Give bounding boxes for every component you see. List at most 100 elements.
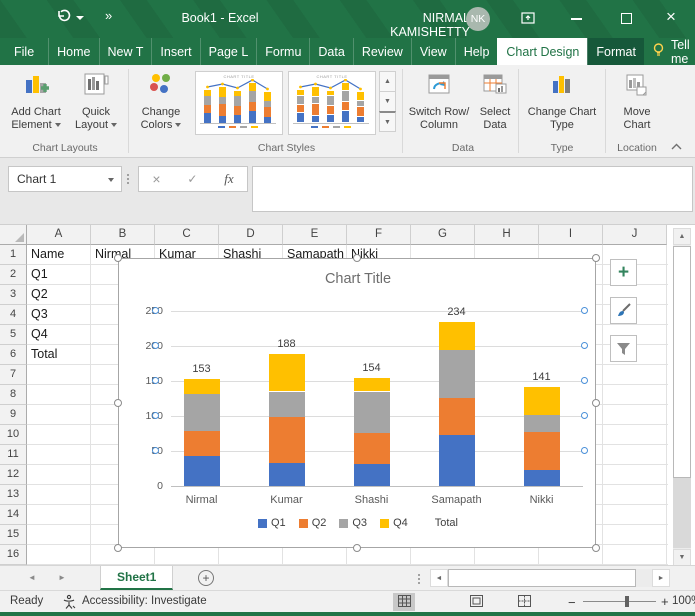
- gridline-handle[interactable]: [152, 342, 159, 349]
- hscroll-right-icon[interactable]: ►: [652, 569, 670, 587]
- bar-segment-q1-samapath[interactable]: [439, 435, 475, 486]
- row-header-5[interactable]: 5: [0, 325, 27, 345]
- bar-segment-q4-shashi[interactable]: [354, 378, 390, 391]
- bar-segment-q1-nirmal[interactable]: [184, 456, 220, 486]
- bar-segment-q4-samapath[interactable]: [439, 322, 475, 350]
- zoom-slider[interactable]: [583, 601, 656, 602]
- change-colors-button[interactable]: Change Colors: [133, 69, 189, 132]
- sheet-tab-sheet1[interactable]: Sheet1: [100, 566, 173, 590]
- chart-elements-button[interactable]: +: [610, 259, 637, 286]
- cell-A3[interactable]: Q2: [27, 285, 48, 305]
- row-header-3[interactable]: 3: [0, 285, 27, 305]
- chart-resize-handle[interactable]: [592, 254, 600, 262]
- ribbon-display-options-icon[interactable]: [520, 10, 536, 29]
- more-commands-icon[interactable]: »: [105, 8, 112, 23]
- vertical-scroll-thumb[interactable]: [673, 246, 691, 478]
- row-header-16[interactable]: 16: [0, 545, 27, 565]
- gridline-handle[interactable]: [152, 307, 159, 314]
- cell-A4[interactable]: Q3: [27, 305, 48, 325]
- column-header-E[interactable]: E: [283, 225, 347, 245]
- maximize-button[interactable]: [621, 13, 632, 24]
- normal-view-button[interactable]: [393, 593, 415, 611]
- bar-segment-q1-nikki[interactable]: [524, 470, 560, 486]
- collapse-ribbon-button[interactable]: [670, 138, 683, 156]
- tab-insert[interactable]: Insert: [151, 38, 199, 65]
- chart-resize-handle[interactable]: [353, 544, 361, 552]
- gridline-handle[interactable]: [581, 377, 588, 384]
- zoom-slider-thumb[interactable]: [625, 596, 629, 607]
- row-header-9[interactable]: 9: [0, 405, 27, 425]
- zoom-out-button[interactable]: −: [568, 595, 576, 610]
- column-header-D[interactable]: D: [219, 225, 283, 245]
- cancel-icon[interactable]: ×: [152, 171, 160, 187]
- page-break-view-button[interactable]: [513, 593, 535, 611]
- bar-segment-q4-nikki[interactable]: [524, 387, 560, 415]
- gridline-handle[interactable]: [581, 447, 588, 454]
- chart-resize-handle[interactable]: [114, 254, 122, 262]
- row-header-14[interactable]: 14: [0, 505, 27, 525]
- gridline-handle[interactable]: [152, 412, 159, 419]
- gridline-handle[interactable]: [581, 412, 588, 419]
- tab-formu[interactable]: Formu: [256, 38, 309, 65]
- chart-resize-handle[interactable]: [114, 399, 122, 407]
- bar-segment-q2-shashi[interactable]: [354, 433, 390, 465]
- vertical-scrollbar[interactable]: ▲ ▼: [673, 228, 691, 566]
- gallery-scroll-down-icon[interactable]: ▼: [379, 91, 396, 112]
- new-sheet-button[interactable]: +: [198, 570, 214, 586]
- switch-row-column-button[interactable]: Switch Row/ Column: [408, 69, 470, 132]
- accessibility-status[interactable]: Accessibility: Investigate: [82, 595, 207, 607]
- chart-styles-button[interactable]: [610, 297, 637, 324]
- add-chart-element-button[interactable]: Add Chart Element: [6, 69, 66, 132]
- row-header-4[interactable]: 4: [0, 305, 27, 325]
- gridline-handle[interactable]: [581, 307, 588, 314]
- row-header-6[interactable]: 6: [0, 345, 27, 365]
- column-header-F[interactable]: F: [347, 225, 411, 245]
- bar-segment-q3-nirmal[interactable]: [184, 394, 220, 432]
- name-box-dropdown-icon[interactable]: [108, 178, 114, 182]
- tab-format[interactable]: Format: [587, 38, 644, 65]
- tab-page-l[interactable]: Page L: [200, 38, 257, 65]
- cell-A6[interactable]: Total: [27, 345, 57, 365]
- hscroll-left-icon[interactable]: ◄: [430, 569, 448, 587]
- cell-A1[interactable]: Name: [27, 245, 64, 265]
- sheet-nav-right-icon[interactable]: ►: [58, 566, 66, 590]
- chart-style-thumbnail[interactable]: CHART TITLE: [195, 71, 283, 135]
- column-header-C[interactable]: C: [155, 225, 219, 245]
- column-header-G[interactable]: G: [411, 225, 475, 245]
- bar-segment-q1-kumar[interactable]: [269, 463, 305, 486]
- legend-item-q1[interactable]: Q1: [258, 517, 286, 529]
- scroll-up-icon[interactable]: ▲: [673, 228, 691, 245]
- bar-segment-q3-nikki[interactable]: [524, 415, 560, 432]
- chart-resize-handle[interactable]: [353, 254, 361, 262]
- chart-title[interactable]: Chart Title: [119, 271, 597, 287]
- row-header-15[interactable]: 15: [0, 525, 27, 545]
- chart-resize-handle[interactable]: [592, 544, 600, 552]
- row-header-8[interactable]: 8: [0, 385, 27, 405]
- row-header-1[interactable]: 1: [0, 245, 27, 265]
- chart-resize-handle[interactable]: [592, 399, 600, 407]
- bar-segment-q2-nirmal[interactable]: [184, 431, 220, 456]
- row-header-11[interactable]: 11: [0, 445, 27, 465]
- undo-dropdown-icon[interactable]: [76, 16, 84, 20]
- tab-chart-design[interactable]: Chart Design: [497, 38, 587, 65]
- chart-resize-handle[interactable]: [114, 544, 122, 552]
- bar-segment-q1-shashi[interactable]: [354, 464, 390, 486]
- sheet-nav-left-icon[interactable]: ◄: [28, 566, 36, 590]
- horizontal-scrollbar[interactable]: [448, 569, 652, 587]
- row-header-7[interactable]: 7: [0, 365, 27, 385]
- column-header-H[interactable]: H: [475, 225, 539, 245]
- bar-segment-q3-samapath[interactable]: [439, 350, 475, 398]
- column-header-J[interactable]: J: [603, 225, 667, 245]
- insert-function-icon[interactable]: fx: [224, 171, 233, 187]
- cell-A5[interactable]: Q4: [27, 325, 48, 345]
- bar-segment-q4-nirmal[interactable]: [184, 379, 220, 394]
- tab-new-t[interactable]: New T: [99, 38, 152, 65]
- legend-item-total[interactable]: Total: [435, 517, 458, 529]
- tab-view[interactable]: View: [411, 38, 455, 65]
- tab-data[interactable]: Data: [309, 38, 352, 65]
- scroll-down-icon[interactable]: ▼: [673, 549, 691, 566]
- column-header-I[interactable]: I: [539, 225, 603, 245]
- gallery-more-icon[interactable]: ▼: [379, 111, 396, 132]
- column-header-B[interactable]: B: [91, 225, 155, 245]
- bar-segment-q2-nikki[interactable]: [524, 432, 560, 470]
